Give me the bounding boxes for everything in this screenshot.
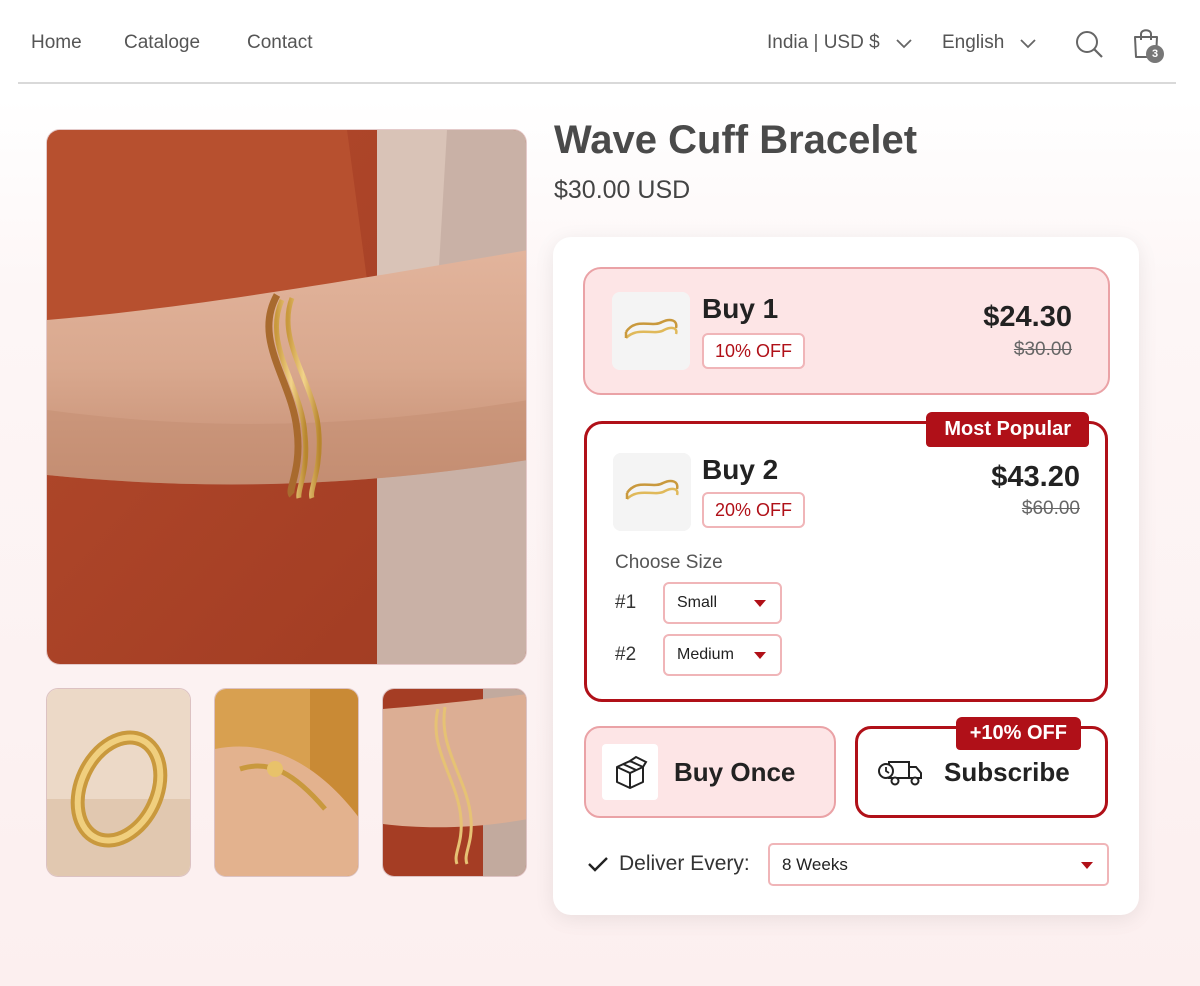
most-popular-badge: Most Popular <box>926 412 1089 447</box>
check-icon <box>588 857 608 872</box>
bangle-photo <box>47 689 190 876</box>
bundle-product-thumbnail <box>613 453 691 531</box>
deliver-every-row: Deliver Every: <box>587 852 750 876</box>
purchase-card: Buy 1 10% OFF $24.30 $30.00 Most Popular… <box>553 237 1139 915</box>
bundle-price: $43.20 <box>991 461 1080 493</box>
bundle-buy-1[interactable]: Buy 1 10% OFF $24.30 $30.00 <box>583 267 1110 395</box>
caret-down-icon <box>754 600 766 607</box>
bundle-name: Buy 1 <box>702 293 779 324</box>
bundle-old-price: $60.00 <box>1021 498 1080 519</box>
size-select-value: Medium <box>677 646 734 663</box>
nav-divider <box>18 82 1176 84</box>
bundle-name: Buy 2 <box>702 454 779 485</box>
box-icon-container <box>602 744 658 800</box>
delivery-frequency-value: 8 Weeks <box>782 855 848 874</box>
chevron-down-icon <box>1020 39 1036 49</box>
size-select-value: Small <box>677 594 718 611</box>
cuff-wrist-photo <box>383 689 526 876</box>
size-select-1[interactable]: Small <box>663 582 782 624</box>
box-icon <box>616 755 648 789</box>
bundle-old-price: $30.00 <box>1013 339 1072 360</box>
language-select[interactable]: English <box>942 32 1038 54</box>
size-number: #1 <box>615 592 637 613</box>
cart-button[interactable]: 3 <box>1132 27 1166 65</box>
caret-down-icon <box>1081 862 1093 869</box>
thumbnail-3[interactable] <box>382 688 527 877</box>
delivery-truck-icon <box>878 761 922 786</box>
buy-once-option[interactable]: Buy Once <box>584 726 836 818</box>
subscribe-label: Subscribe <box>944 756 1070 787</box>
language-label: English <box>942 32 1005 53</box>
buy-once-label: Buy Once <box>674 756 796 787</box>
caret-down-icon <box>754 652 766 659</box>
thumbnail-1[interactable] <box>46 688 191 877</box>
nav-home-link[interactable]: Home <box>31 32 82 54</box>
search-icon <box>1076 31 1103 58</box>
deliver-every-label: Deliver Every: <box>619 852 750 875</box>
cart-count-badge: 3 <box>1146 45 1164 63</box>
delivery-frequency-select[interactable]: 8 Weeks <box>768 843 1109 886</box>
bundle-price: $24.30 <box>983 301 1072 333</box>
discount-badge: 20% OFF <box>702 492 806 528</box>
product-price: $30.00 USD <box>554 176 691 204</box>
thumbnail-2[interactable] <box>214 688 359 877</box>
search-button[interactable] <box>1074 29 1104 59</box>
nav-contact-link[interactable]: Contact <box>247 32 312 54</box>
chevron-down-icon <box>896 39 912 49</box>
subscribe-option[interactable]: +10% OFF Subscribe <box>855 717 1108 818</box>
top-nav: Home Cataloge Contact India | USD $ Engl… <box>0 0 1200 84</box>
bundle-product-thumbnail <box>612 292 690 370</box>
bracelet-on-wrist-photo <box>47 130 526 664</box>
size-number: #2 <box>615 644 637 665</box>
bracelet-wrist-photo <box>215 689 358 876</box>
choose-size-label: Choose Size <box>615 552 723 573</box>
nav-catalog-link[interactable]: Cataloge <box>124 32 200 54</box>
cuff-bracelet-image <box>612 292 690 370</box>
discount-badge: 10% OFF <box>702 333 806 369</box>
product-title: Wave Cuff Bracelet <box>554 118 918 162</box>
bundle-buy-2[interactable]: Most Popular Buy 2 20% OFF $43.20 $60.00… <box>584 412 1108 702</box>
cuff-bracelet-image <box>613 453 691 531</box>
size-select-2[interactable]: Medium <box>663 634 782 676</box>
region-currency-label: India | USD $ <box>767 32 880 53</box>
subscribe-discount-badge: +10% OFF <box>955 717 1081 750</box>
main-product-image[interactable] <box>46 129 527 665</box>
region-currency-select[interactable]: India | USD $ <box>767 32 914 54</box>
